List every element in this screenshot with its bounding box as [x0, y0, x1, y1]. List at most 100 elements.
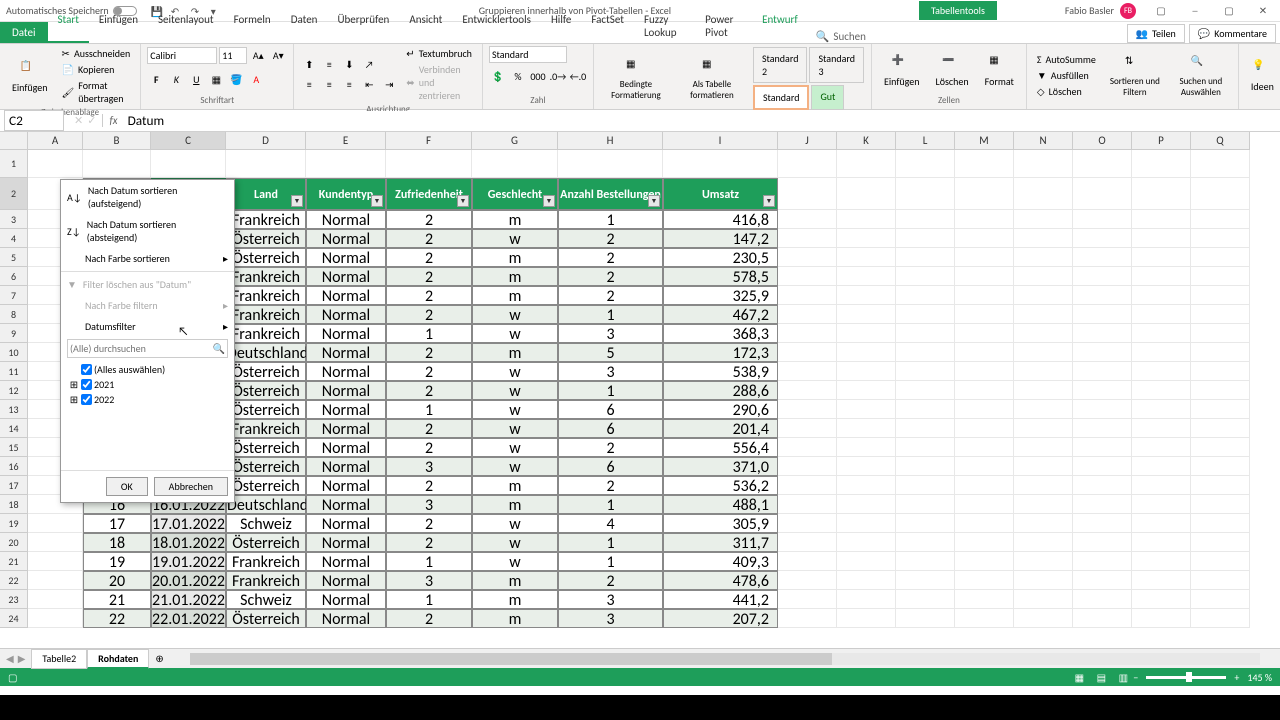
- insert-cells-button[interactable]: ➕Einfügen: [878, 51, 926, 90]
- cell[interactable]: [778, 267, 837, 286]
- cell[interactable]: [1073, 150, 1132, 178]
- row-header[interactable]: 24: [0, 609, 28, 628]
- cell[interactable]: [955, 571, 1014, 590]
- cell[interactable]: 2: [558, 476, 663, 495]
- cell[interactable]: [1073, 324, 1132, 343]
- cell[interactable]: [955, 324, 1014, 343]
- cell[interactable]: [837, 419, 896, 438]
- table-header[interactable]: Land▼: [226, 178, 306, 210]
- cell[interactable]: [1014, 305, 1073, 324]
- cell[interactable]: [151, 150, 226, 178]
- cell[interactable]: [778, 609, 837, 628]
- cell[interactable]: [1073, 362, 1132, 381]
- cell[interactable]: [1014, 178, 1073, 210]
- cell[interactable]: [955, 362, 1014, 381]
- cell[interactable]: [837, 178, 896, 210]
- filter-button[interactable]: ▼: [543, 195, 555, 207]
- cell[interactable]: [1073, 552, 1132, 571]
- find-select-button[interactable]: 🔍Suchen und Auswählen: [1170, 52, 1232, 100]
- tab-start[interactable]: Start: [48, 9, 89, 43]
- cell[interactable]: 2: [386, 438, 472, 457]
- cell[interactable]: Normal: [306, 571, 386, 590]
- cell[interactable]: [1132, 438, 1191, 457]
- cell[interactable]: [1073, 286, 1132, 305]
- cell[interactable]: 2: [386, 476, 472, 495]
- cell[interactable]: [1014, 229, 1073, 248]
- col-header-P[interactable]: P: [1132, 132, 1191, 150]
- cell[interactable]: [1073, 495, 1132, 514]
- table-header[interactable]: Umsatz▼: [663, 178, 778, 210]
- cell[interactable]: [896, 229, 955, 248]
- cell[interactable]: [955, 150, 1014, 178]
- underline-button[interactable]: U: [187, 70, 205, 88]
- cell[interactable]: 538,9: [663, 362, 778, 381]
- cell[interactable]: [778, 210, 837, 229]
- tab-daten[interactable]: Daten: [281, 9, 328, 43]
- horizontal-scrollbar[interactable]: [190, 653, 1260, 665]
- cell[interactable]: [896, 400, 955, 419]
- cell[interactable]: [1073, 248, 1132, 267]
- table-header[interactable]: Zufriedenheit▼: [386, 178, 472, 210]
- cell[interactable]: [1014, 267, 1073, 286]
- select-all-checkbox[interactable]: (Alles auswählen): [69, 362, 226, 377]
- minimize-icon[interactable]: ─: [1178, 0, 1212, 22]
- share-button[interactable]: 👥Teilen: [1127, 24, 1185, 43]
- cell[interactable]: [955, 286, 1014, 305]
- cell[interactable]: [778, 457, 837, 476]
- row-header[interactable]: 13: [0, 400, 28, 419]
- maximize-icon[interactable]: ▢: [1212, 0, 1246, 22]
- col-header-H[interactable]: H: [558, 132, 663, 150]
- delete-cells-button[interactable]: ➖Löschen: [930, 51, 975, 90]
- name-box[interactable]: [4, 110, 64, 131]
- cell[interactable]: [1191, 267, 1250, 286]
- cell[interactable]: [1014, 495, 1073, 514]
- cell[interactable]: 1: [558, 533, 663, 552]
- cell[interactable]: m: [472, 495, 558, 514]
- cell[interactable]: [778, 248, 837, 267]
- cell[interactable]: [896, 514, 955, 533]
- cell[interactable]: [896, 495, 955, 514]
- expand-icon[interactable]: ⊞: [69, 393, 79, 406]
- cell[interactable]: 2: [558, 229, 663, 248]
- cell[interactable]: [1191, 533, 1250, 552]
- format-as-table-button[interactable]: ▦Als Tabelle formatieren: [676, 55, 748, 103]
- cell[interactable]: [896, 590, 955, 609]
- cell[interactable]: [837, 571, 896, 590]
- context-tab[interactable]: Tabellentools: [919, 1, 997, 20]
- cell[interactable]: [1073, 381, 1132, 400]
- cell[interactable]: w: [472, 362, 558, 381]
- cell[interactable]: 17: [83, 514, 151, 533]
- cell[interactable]: 1: [386, 590, 472, 609]
- cell[interactable]: 20: [83, 571, 151, 590]
- sheet-tab[interactable]: Tabelle2: [31, 649, 87, 669]
- cell[interactable]: Österreich: [226, 229, 306, 248]
- cell[interactable]: m: [472, 267, 558, 286]
- filter-button[interactable]: ▼: [291, 195, 303, 207]
- cell[interactable]: [1132, 571, 1191, 590]
- cell[interactable]: [778, 362, 837, 381]
- sheet-tab[interactable]: Rohdaten: [87, 649, 149, 669]
- cell[interactable]: [1014, 343, 1073, 362]
- cell[interactable]: [1014, 571, 1073, 590]
- row-header[interactable]: 1: [0, 150, 28, 178]
- cell[interactable]: [778, 324, 837, 343]
- cell[interactable]: 19.01.2022: [151, 552, 226, 571]
- cell[interactable]: [955, 343, 1014, 362]
- cell[interactable]: Österreich: [226, 362, 306, 381]
- cell[interactable]: [1132, 267, 1191, 286]
- cell[interactable]: [896, 324, 955, 343]
- cell[interactable]: [1014, 476, 1073, 495]
- cell[interactable]: [1073, 343, 1132, 362]
- row-header[interactable]: 8: [0, 305, 28, 324]
- cell[interactable]: w: [472, 438, 558, 457]
- cell[interactable]: [837, 381, 896, 400]
- sheet-prev-icon[interactable]: ▶: [18, 652, 26, 665]
- comma-icon[interactable]: 000: [529, 67, 547, 85]
- cell[interactable]: 536,2: [663, 476, 778, 495]
- cell[interactable]: [1014, 400, 1073, 419]
- cell[interactable]: 3: [386, 457, 472, 476]
- cell[interactable]: [1073, 533, 1132, 552]
- border-button[interactable]: ▦: [207, 70, 225, 88]
- cell[interactable]: [28, 590, 83, 609]
- cell[interactable]: Österreich: [226, 381, 306, 400]
